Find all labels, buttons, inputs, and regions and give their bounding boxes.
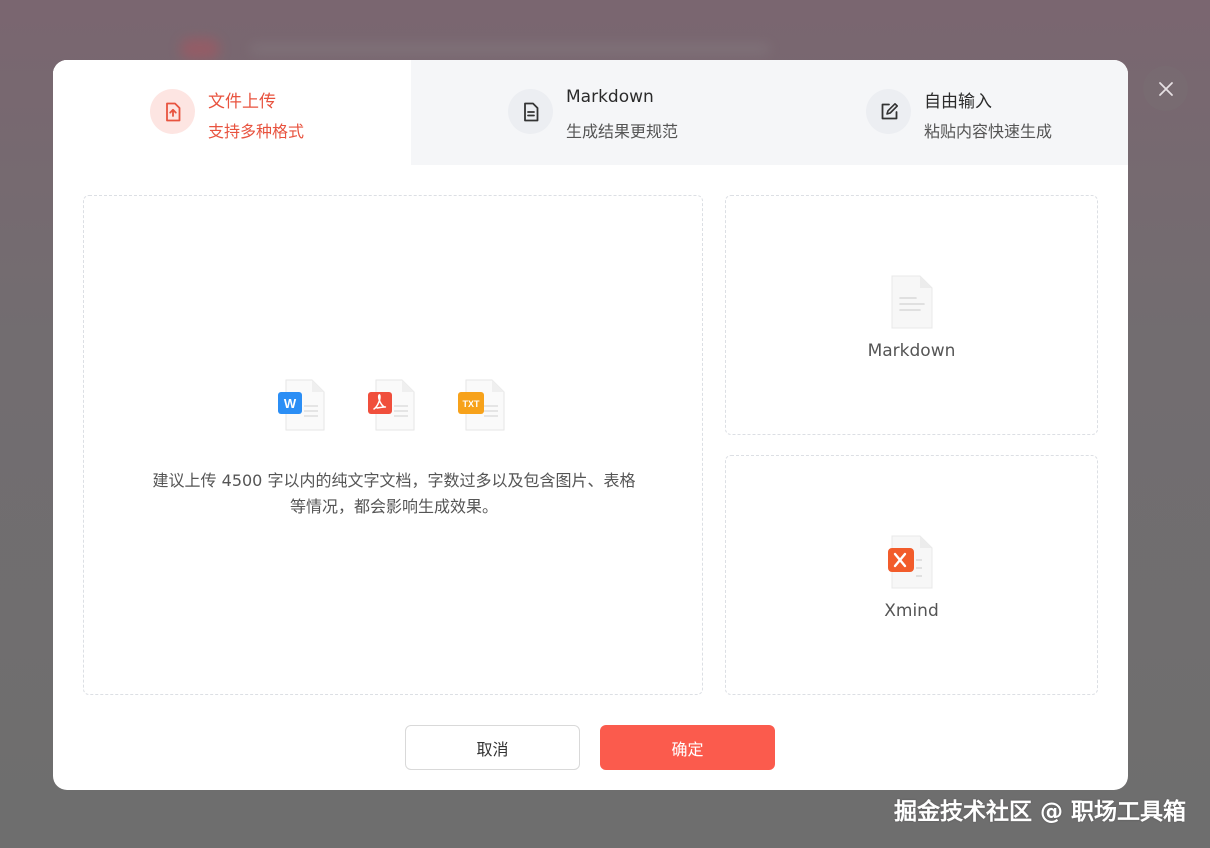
markdown-file-icon xyxy=(886,274,938,330)
supported-file-types: W TXT xyxy=(276,376,516,436)
tab-subtitle: 支持多种格式 xyxy=(208,122,305,141)
tab-title: 自由输入 xyxy=(924,92,992,112)
upload-hint-line: 建议上传 4500 字以内的纯文字文档，字数过多以及包含图片、表格 xyxy=(152,471,636,490)
svg-text:TXT: TXT xyxy=(463,399,481,409)
document-icon xyxy=(508,89,553,134)
format-label: Xmind xyxy=(884,601,939,621)
edit-icon xyxy=(866,89,911,134)
tab-file-upload[interactable]: 文件上传 支持多种格式 xyxy=(53,60,411,165)
word-file-icon: W xyxy=(276,376,332,434)
confirm-button[interactable]: 确定 xyxy=(600,725,775,770)
generate-dialog: 文件上传 支持多种格式 Markdown 生成结果更规范 自由输入 粘贴内容快速… xyxy=(53,60,1128,790)
txt-file-icon: TXT xyxy=(456,376,512,434)
upload-hint-line: 等情况，都会影响生成效果。 xyxy=(289,497,498,516)
file-dropzone[interactable]: W TXT 建议上传 4500 字以内的纯文字文档，字数过多以及包含图片、表格 … xyxy=(83,195,703,695)
background-blur xyxy=(250,44,770,54)
watermark-text: 掘金技术社区 @ 职场工具箱 xyxy=(893,799,1186,825)
xmind-file-icon xyxy=(886,534,938,590)
tab-free-input[interactable]: 自由输入 粘贴内容快速生成 xyxy=(769,60,1127,165)
pdf-file-icon xyxy=(366,376,422,434)
format-option-markdown[interactable]: Markdown xyxy=(725,195,1098,435)
tab-title: Markdown xyxy=(566,87,654,107)
background-blur xyxy=(180,38,220,60)
close-icon xyxy=(1158,81,1173,96)
svg-text:W: W xyxy=(284,396,297,411)
source-tabs: 文件上传 支持多种格式 Markdown 生成结果更规范 自由输入 粘贴内容快速… xyxy=(53,60,1128,165)
close-button[interactable] xyxy=(1143,66,1188,111)
cancel-button[interactable]: 取消 xyxy=(405,725,580,770)
format-label: Markdown xyxy=(867,341,956,361)
upload-hint: 建议上传 4500 字以内的纯文字文档，字数过多以及包含图片、表格 等情况，都会… xyxy=(114,468,674,520)
format-option-xmind[interactable]: Xmind xyxy=(725,455,1098,695)
tab-markdown[interactable]: Markdown 生成结果更规范 xyxy=(411,60,769,165)
tab-title: 文件上传 xyxy=(208,92,276,112)
upload-file-icon xyxy=(150,89,195,134)
tab-subtitle: 粘贴内容快速生成 xyxy=(924,122,1053,141)
tab-subtitle: 生成结果更规范 xyxy=(566,122,679,141)
